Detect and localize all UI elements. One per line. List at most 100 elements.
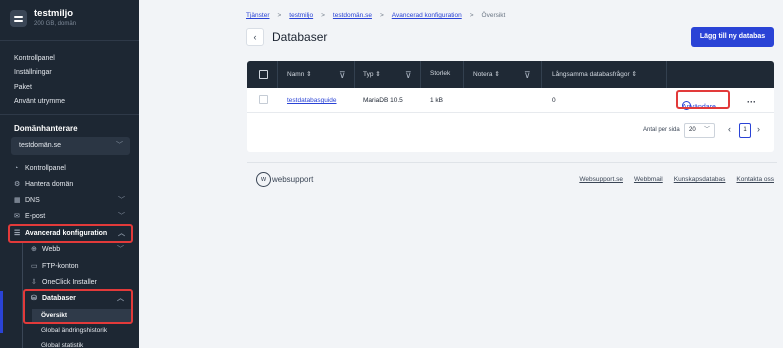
breadcrumb-current: Översikt (481, 12, 506, 19)
globe-icon: ⊕ (31, 246, 37, 253)
column-label: Typ (363, 71, 374, 78)
divider (0, 114, 139, 115)
divider (420, 61, 421, 88)
chevron-right-icon: > (469, 12, 474, 19)
chevron-right-icon: > (379, 12, 384, 19)
sidebar-item-global-andringshistorik[interactable]: Global ändringshistorik (41, 324, 131, 337)
sidebar-item-label: Hantera domän (25, 181, 74, 188)
sidebar-item-paket[interactable]: Paket (14, 81, 65, 95)
sidebar-item-anvant-utrymme[interactable]: Använt utrymme (14, 95, 65, 109)
websupport-logo-text: websupport (272, 175, 314, 184)
divider (354, 61, 355, 88)
domain-select-value: testdomän.se (19, 142, 62, 149)
column-header-size: Storlek (430, 70, 451, 77)
prev-page-button[interactable]: ‹ (728, 124, 731, 134)
sidebar-item-dns[interactable]: ▦ DNS ﹀ (14, 194, 132, 208)
chevron-down-icon: ﹀ (116, 142, 123, 149)
sidebar-item-global-statistik[interactable]: Global statistik (41, 339, 131, 348)
more-options-button[interactable]: ··· (747, 97, 756, 107)
database-size: 1 kB (430, 97, 444, 104)
highlight-box-avancerad (8, 224, 133, 243)
sidebar-item-kontrollpanel[interactable]: Kontrollpanel (14, 52, 65, 66)
websupport-logo-mark: w (256, 172, 271, 187)
filter-icon[interactable]: ⊽ (339, 70, 346, 81)
account-menu: Kontrollpanel Inställningar Paket Använt… (14, 52, 65, 109)
sidebar-item-oneclick-installer[interactable]: ⇩ OneClick Installer (31, 276, 130, 290)
sidebar-item-label: Kontrollpanel (25, 165, 66, 172)
footer-link-kunskapsdatabas[interactable]: Kunskapsdatabas (674, 176, 726, 183)
select-all-checkbox[interactable] (259, 70, 268, 79)
sidebar-item-domain-kontrollpanel[interactable]: ◔ Kontrollpanel (14, 162, 132, 176)
column-label: Långsamma databasfrågor (552, 71, 630, 78)
account-name: testmiljo (34, 8, 74, 19)
domain-section-heading: Domänhanterare (14, 124, 78, 133)
sidebar-item-label: FTP-konton (42, 263, 79, 270)
sidebar-item-installningar[interactable]: Inställningar (14, 66, 65, 80)
highlight-box-users (676, 90, 730, 109)
highlight-box-databaser (23, 289, 133, 324)
mail-icon: ✉ (14, 213, 20, 220)
database-name-link[interactable]: testdatabasguide (287, 97, 337, 104)
table-row: testdatabasguide MariaDB 10.5 1 kB 0 Anv… (247, 88, 774, 113)
account-plan: 200 GB, domän (34, 21, 77, 27)
footer: w websupport Websupport.se Webbmail Kuns… (247, 162, 777, 198)
chevron-down-icon: ﹀ (118, 213, 125, 220)
column-header-type[interactable]: Typ ⇕ (363, 70, 381, 78)
sidebar-item-hantera-doman[interactable]: ⚙ Hantera domän (14, 178, 132, 192)
breadcrumb-account[interactable]: testmiljo (289, 12, 313, 19)
divider (666, 61, 667, 88)
back-button[interactable]: ‹ (246, 28, 264, 46)
divider (277, 61, 278, 88)
divider (541, 61, 542, 88)
websupport-logo[interactable]: w websupport (256, 172, 313, 187)
chevron-right-icon: > (277, 12, 282, 19)
column-header-slow-queries[interactable]: Långsamma databasfrågor ⇕ (552, 70, 637, 78)
column-label: Namn (287, 71, 305, 78)
divider (0, 40, 139, 41)
column-header-name[interactable]: Namn ⇕ (287, 70, 312, 78)
breadcrumb-tjanster[interactable]: Tjänster (246, 12, 269, 19)
databases-table: Namn ⇕ ⊽ Typ ⇕ ⊽ Storlek Notera ⇕ ⊽ Lång… (247, 61, 774, 152)
next-page-button[interactable]: › (757, 124, 760, 134)
per-page-label: Antal per sida (643, 127, 680, 133)
chevron-left-icon: ‹ (253, 32, 257, 42)
breadcrumb-domain[interactable]: testdomän.se (333, 12, 372, 19)
column-label: Notera (473, 71, 493, 78)
chevron-right-icon: > (321, 12, 325, 19)
breadcrumb-avancerad[interactable]: Avancerad konfiguration (392, 12, 462, 19)
database-type: MariaDB 10.5 (363, 97, 403, 104)
sidebar-item-label: E-post (25, 213, 46, 220)
dns-icon: ▦ (14, 197, 21, 204)
page-title: Databaser (272, 30, 328, 44)
filter-icon[interactable]: ⊽ (524, 70, 531, 81)
row-checkbox[interactable] (259, 95, 268, 104)
filter-icon[interactable]: ⊽ (405, 70, 412, 81)
per-page-select[interactable]: 20 ﹀ (684, 123, 715, 138)
footer-link-kontakta[interactable]: Kontakta oss (736, 176, 774, 183)
table-header: Namn ⇕ ⊽ Typ ⇕ ⊽ Storlek Notera ⇕ ⊽ Lång… (247, 61, 774, 88)
sidebar-item-label: OneClick Installer (42, 279, 97, 286)
chevron-down-icon: ﹀ (118, 197, 125, 204)
footer-link-webbmail[interactable]: Webbmail (634, 176, 663, 183)
column-header-note[interactable]: Notera ⇕ (473, 70, 500, 78)
sidebar: testmiljo 200 GB, domän Kontrollpanel In… (0, 0, 139, 348)
sidebar-item-label: DNS (25, 197, 40, 204)
per-page-value: 20 (689, 127, 696, 133)
account-logo-icon (10, 10, 27, 27)
chevron-down-icon: ﹀ (117, 246, 124, 253)
sidebar-item-webb[interactable]: ⊕ Webb ﹀ (31, 243, 130, 257)
footer-link-websupport[interactable]: Websupport.se (579, 176, 623, 183)
page-number-current[interactable]: 1 (739, 123, 751, 138)
download-icon: ⇩ (31, 279, 37, 286)
dashboard-icon: ◔ (14, 165, 19, 172)
add-database-button[interactable]: Lägg till ny databas (691, 27, 774, 47)
footer-links: Websupport.se Webbmail Kunskapsdatabas K… (579, 176, 774, 183)
sidebar-item-epost[interactable]: ✉ E-post ﹀ (14, 210, 132, 224)
account-switcher[interactable]: testmiljo 200 GB, domän (10, 8, 76, 32)
domain-select[interactable]: testdomän.se ﹀ (11, 137, 130, 155)
sidebar-item-label: Webb (42, 246, 61, 253)
slow-queries-count: 0 (552, 97, 556, 104)
sidebar-item-ftp-konton[interactable]: ▭ FTP-konton (31, 260, 130, 274)
breadcrumb: Tjänster > testmiljo > testdomän.se > Avanc… (246, 12, 505, 19)
divider (463, 61, 464, 88)
